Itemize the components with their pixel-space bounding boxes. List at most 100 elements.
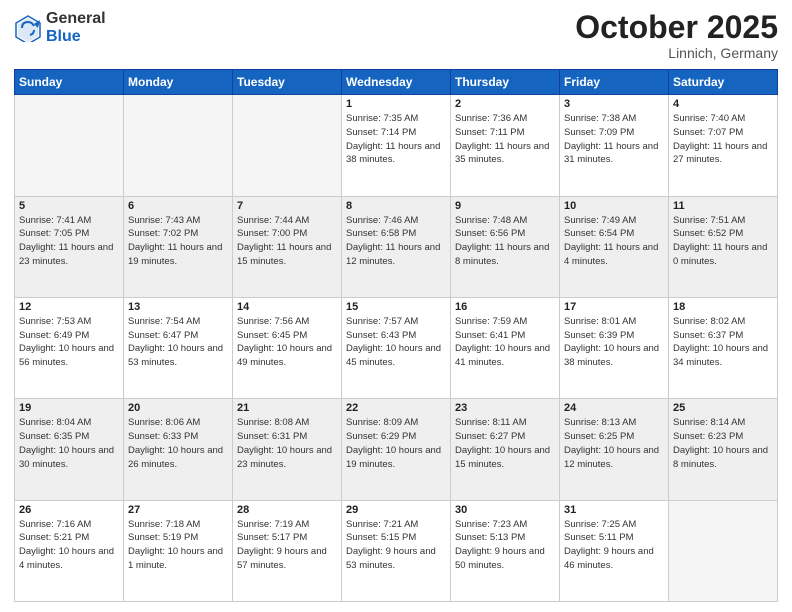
day-number: 28 <box>237 504 337 516</box>
day-info: Sunrise: 7:16 AM Sunset: 5:21 PM Dayligh… <box>19 518 119 573</box>
day-number: 7 <box>237 200 337 212</box>
day-number: 10 <box>564 200 664 212</box>
day-of-week-header: Sunday <box>15 70 124 95</box>
calendar-day-cell <box>15 95 124 196</box>
calendar-day-cell: 3 Sunrise: 7:38 AM Sunset: 7:09 PM Daylig… <box>560 95 669 196</box>
calendar-day-cell: 24 Sunrise: 8:13 AM Sunset: 6:25 PM Dayli… <box>560 399 669 500</box>
day-number: 1 <box>346 98 446 110</box>
day-number: 15 <box>346 301 446 313</box>
day-info: Sunrise: 7:59 AM Sunset: 6:41 PM Dayligh… <box>455 315 555 370</box>
calendar-day-cell: 20 Sunrise: 8:06 AM Sunset: 6:33 PM Dayli… <box>124 399 233 500</box>
day-of-week-header: Monday <box>124 70 233 95</box>
calendar-day-cell: 29 Sunrise: 7:21 AM Sunset: 5:15 PM Dayli… <box>342 500 451 601</box>
month-title: October 2025 <box>575 10 778 45</box>
calendar-day-cell: 8 Sunrise: 7:46 AM Sunset: 6:58 PM Daylig… <box>342 196 451 297</box>
day-info: Sunrise: 8:09 AM Sunset: 6:29 PM Dayligh… <box>346 416 446 471</box>
calendar-table: SundayMondayTuesdayWednesdayThursdayFrid… <box>14 69 778 602</box>
day-info: Sunrise: 8:06 AM Sunset: 6:33 PM Dayligh… <box>128 416 228 471</box>
calendar-day-cell: 26 Sunrise: 7:16 AM Sunset: 5:21 PM Dayli… <box>15 500 124 601</box>
day-info: Sunrise: 8:08 AM Sunset: 6:31 PM Dayligh… <box>237 416 337 471</box>
calendar-day-cell: 21 Sunrise: 8:08 AM Sunset: 6:31 PM Dayli… <box>233 399 342 500</box>
calendar-day-cell: 2 Sunrise: 7:36 AM Sunset: 7:11 PM Daylig… <box>451 95 560 196</box>
calendar-day-cell: 5 Sunrise: 7:41 AM Sunset: 7:05 PM Daylig… <box>15 196 124 297</box>
day-info: Sunrise: 8:13 AM Sunset: 6:25 PM Dayligh… <box>564 416 664 471</box>
day-info: Sunrise: 7:25 AM Sunset: 5:11 PM Dayligh… <box>564 518 664 573</box>
title-block: October 2025 Linnich, Germany <box>575 10 778 61</box>
day-info: Sunrise: 8:04 AM Sunset: 6:35 PM Dayligh… <box>19 416 119 471</box>
day-number: 3 <box>564 98 664 110</box>
day-info: Sunrise: 7:41 AM Sunset: 7:05 PM Dayligh… <box>19 214 119 269</box>
day-info: Sunrise: 7:46 AM Sunset: 6:58 PM Dayligh… <box>346 214 446 269</box>
calendar-day-cell: 4Sunrise: 7:40 AM Sunset: 7:07 PM Daylig… <box>669 95 778 196</box>
day-number: 26 <box>19 504 119 516</box>
day-number: 31 <box>564 504 664 516</box>
location: Linnich, Germany <box>575 45 778 61</box>
calendar-day-cell: 17Sunrise: 8:01 AM Sunset: 6:39 PM Dayli… <box>560 297 669 398</box>
calendar-day-cell: 11Sunrise: 7:51 AM Sunset: 6:52 PM Dayli… <box>669 196 778 297</box>
day-info: Sunrise: 8:01 AM Sunset: 6:39 PM Dayligh… <box>564 315 664 370</box>
day-info: Sunrise: 7:48 AM Sunset: 6:56 PM Dayligh… <box>455 214 555 269</box>
day-number: 19 <box>19 402 119 414</box>
calendar-week-row: 19 Sunrise: 8:04 AM Sunset: 6:35 PM Dayli… <box>15 399 778 500</box>
calendar-day-cell: 31 Sunrise: 7:25 AM Sunset: 5:11 PM Dayli… <box>560 500 669 601</box>
calendar-day-cell: 18 Sunrise: 8:02 AM Sunset: 6:37 PM Dayli… <box>669 297 778 398</box>
day-number: 21 <box>237 402 337 414</box>
calendar-day-cell <box>233 95 342 196</box>
calendar-day-cell <box>124 95 233 196</box>
calendar-day-cell: 22 Sunrise: 8:09 AM Sunset: 6:29 PM Dayli… <box>342 399 451 500</box>
calendar-day-cell: 15Sunrise: 7:57 AM Sunset: 6:43 PM Dayli… <box>342 297 451 398</box>
day-info: Sunrise: 8:11 AM Sunset: 6:27 PM Dayligh… <box>455 416 555 471</box>
calendar-day-cell: 12Sunrise: 7:53 AM Sunset: 6:49 PM Dayli… <box>15 297 124 398</box>
day-number: 20 <box>128 402 228 414</box>
logo-blue-text: Blue <box>46 28 106 46</box>
day-of-week-header: Wednesday <box>342 70 451 95</box>
calendar-day-cell: 9 Sunrise: 7:48 AM Sunset: 6:56 PM Daylig… <box>451 196 560 297</box>
day-number: 18 <box>673 301 773 313</box>
day-number: 22 <box>346 402 446 414</box>
calendar-day-cell: 1 Sunrise: 7:35 AM Sunset: 7:14 PM Daylig… <box>342 95 451 196</box>
header: General Blue October 2025 Linnich, Germa… <box>14 10 778 61</box>
day-number: 23 <box>455 402 555 414</box>
day-number: 5 <box>19 200 119 212</box>
day-number: 9 <box>455 200 555 212</box>
day-number: 8 <box>346 200 446 212</box>
logo-general-text: General <box>46 10 106 28</box>
day-number: 14 <box>237 301 337 313</box>
day-info: Sunrise: 7:44 AM Sunset: 7:00 PM Dayligh… <box>237 214 337 269</box>
day-number: 11 <box>673 200 773 212</box>
day-number: 30 <box>455 504 555 516</box>
calendar-day-cell: 19 Sunrise: 8:04 AM Sunset: 6:35 PM Dayli… <box>15 399 124 500</box>
day-info: Sunrise: 7:53 AM Sunset: 6:49 PM Dayligh… <box>19 315 119 370</box>
logo-icon <box>14 14 42 42</box>
day-of-week-header: Saturday <box>669 70 778 95</box>
day-info: Sunrise: 7:36 AM Sunset: 7:11 PM Dayligh… <box>455 112 555 167</box>
day-info: Sunrise: 8:02 AM Sunset: 6:37 PM Dayligh… <box>673 315 773 370</box>
day-number: 25 <box>673 402 773 414</box>
calendar-day-cell: 14 Sunrise: 7:56 AM Sunset: 6:45 PM Dayli… <box>233 297 342 398</box>
calendar-week-row: 1 Sunrise: 7:35 AM Sunset: 7:14 PM Daylig… <box>15 95 778 196</box>
day-info: Sunrise: 7:56 AM Sunset: 6:45 PM Dayligh… <box>237 315 337 370</box>
day-info: Sunrise: 7:23 AM Sunset: 5:13 PM Dayligh… <box>455 518 555 573</box>
calendar-day-cell: 27 Sunrise: 7:18 AM Sunset: 5:19 PM Dayli… <box>124 500 233 601</box>
day-info: Sunrise: 7:38 AM Sunset: 7:09 PM Dayligh… <box>564 112 664 167</box>
day-of-week-header: Thursday <box>451 70 560 95</box>
day-info: Sunrise: 7:54 AM Sunset: 6:47 PM Dayligh… <box>128 315 228 370</box>
day-info: Sunrise: 7:18 AM Sunset: 5:19 PM Dayligh… <box>128 518 228 573</box>
day-number: 6 <box>128 200 228 212</box>
day-number: 24 <box>564 402 664 414</box>
page-container: General Blue October 2025 Linnich, Germa… <box>0 0 792 612</box>
day-number: 27 <box>128 504 228 516</box>
calendar-day-cell: 16Sunrise: 7:59 AM Sunset: 6:41 PM Dayli… <box>451 297 560 398</box>
day-number: 2 <box>455 98 555 110</box>
day-number: 29 <box>346 504 446 516</box>
calendar-week-row: 12Sunrise: 7:53 AM Sunset: 6:49 PM Dayli… <box>15 297 778 398</box>
calendar-day-cell: 28Sunrise: 7:19 AM Sunset: 5:17 PM Dayli… <box>233 500 342 601</box>
calendar-day-cell: 13Sunrise: 7:54 AM Sunset: 6:47 PM Dayli… <box>124 297 233 398</box>
logo: General Blue <box>14 10 106 45</box>
day-info: Sunrise: 7:35 AM Sunset: 7:14 PM Dayligh… <box>346 112 446 167</box>
day-of-week-header: Tuesday <box>233 70 342 95</box>
day-info: Sunrise: 7:21 AM Sunset: 5:15 PM Dayligh… <box>346 518 446 573</box>
calendar-day-cell: 30 Sunrise: 7:23 AM Sunset: 5:13 PM Dayli… <box>451 500 560 601</box>
calendar-week-row: 5 Sunrise: 7:41 AM Sunset: 7:05 PM Daylig… <box>15 196 778 297</box>
day-number: 4 <box>673 98 773 110</box>
